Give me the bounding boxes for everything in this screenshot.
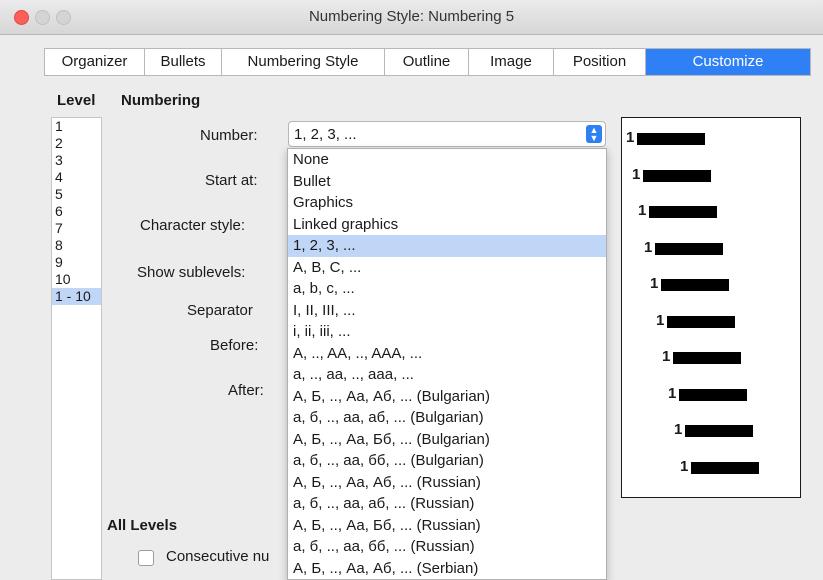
level-item[interactable]: 5: [52, 186, 101, 203]
preview-number: 1: [626, 129, 635, 146]
dropdown-option[interactable]: Graphics: [288, 192, 606, 214]
show-sublevels-label: Show sublevels:: [137, 264, 246, 281]
character-style-label: Character style:: [140, 217, 246, 234]
preview-text-bar: [637, 133, 705, 145]
number-dropdown-list[interactable]: None Bullet Graphics Linked graphics 1, …: [287, 148, 607, 580]
number-select[interactable]: 1, 2, 3, ... ▲ ▼: [288, 121, 606, 147]
preview-text-bar: [685, 425, 753, 437]
dropdown-option[interactable]: a, .., aa, .., aaa, ...: [288, 364, 606, 386]
number-select-value: 1, 2, 3, ...: [294, 126, 357, 143]
level-item[interactable]: 6: [52, 203, 101, 220]
preview-number: 1: [638, 202, 647, 219]
start-at-label: Start at:: [205, 172, 258, 189]
tab-outline[interactable]: Outline: [385, 49, 469, 75]
after-label: After:: [228, 382, 264, 399]
dropdown-option[interactable]: А, Б, .., Аа, Аб, ... (Serbian): [288, 558, 606, 580]
tab-bullets[interactable]: Bullets: [145, 49, 222, 75]
level-item-selected[interactable]: 1 - 10: [52, 288, 101, 305]
preview-number: 1: [662, 348, 671, 365]
dropdown-option[interactable]: i, ii, iii, ...: [288, 321, 606, 343]
tab-bar: Organizer Bullets Numbering Style Outlin…: [44, 48, 811, 76]
all-levels-heading: All Levels: [107, 517, 178, 534]
level-item[interactable]: 10: [52, 271, 101, 288]
consecutive-numbering-checkbox[interactable]: [138, 550, 154, 566]
dropdown-option[interactable]: Linked graphics: [288, 214, 606, 236]
dropdown-option[interactable]: а, б, .., аа, аб, ... (Russian): [288, 493, 606, 515]
dropdown-option[interactable]: а, б, .., аа, аб, ... (Bulgarian): [288, 407, 606, 429]
level-item[interactable]: 2: [52, 135, 101, 152]
dropdown-option[interactable]: А, Б, .., Аа, Аб, ... (Bulgarian): [288, 386, 606, 408]
dropdown-option[interactable]: None: [288, 149, 606, 171]
numbering-preview: 1 1 1 1 1 1 1 1 1 1: [621, 117, 801, 498]
preview-number: 1: [680, 457, 689, 475]
consecutive-numbering-label: Consecutive nu: [166, 548, 270, 565]
dropdown-option[interactable]: a, b, c, ...: [288, 278, 606, 300]
level-item[interactable]: 7: [52, 220, 101, 237]
preview-text-bar: [643, 169, 711, 182]
dropdown-option[interactable]: а, б, .., аа, бб, ... (Russian): [288, 536, 606, 558]
dropdown-option[interactable]: А, Б, .., Аа, Аб, ... (Russian): [288, 472, 606, 494]
preview-text-bar: [655, 242, 723, 255]
level-heading: Level: [57, 92, 96, 109]
before-label: Before:: [210, 337, 259, 354]
tab-image[interactable]: Image: [469, 49, 554, 75]
level-item[interactable]: 4: [52, 169, 101, 186]
dropdown-option[interactable]: A, .., AA, .., AAA, ...: [288, 343, 606, 365]
level-item[interactable]: 1: [52, 118, 101, 135]
preview-number: 1: [668, 384, 677, 402]
preview-text-bar: [691, 461, 759, 474]
preview-text-bar: [649, 206, 717, 218]
dropdown-option[interactable]: А, Б, .., Аа, Бб, ... (Bulgarian): [288, 429, 606, 451]
chevron-up-down-icon: ▲ ▼: [586, 125, 602, 143]
dropdown-option[interactable]: А, Б, .., Аа, Бб, ... (Russian): [288, 515, 606, 537]
preview-text-bar: [673, 352, 741, 364]
preview-number: 1: [674, 421, 683, 438]
level-list[interactable]: 1 2 3 4 5 6 7 8 9 10 1 - 10: [51, 117, 102, 580]
level-item[interactable]: 8: [52, 237, 101, 254]
dropdown-option-selected[interactable]: 1, 2, 3, ...: [288, 235, 606, 257]
tab-organizer[interactable]: Organizer: [45, 49, 145, 75]
dropdown-option[interactable]: Bullet: [288, 171, 606, 193]
separator-label: Separator: [187, 302, 253, 319]
dropdown-option[interactable]: I, II, III, ...: [288, 300, 606, 322]
title-bar: Numbering Style: Numbering 5: [0, 0, 823, 35]
tab-numbering-style[interactable]: Numbering Style: [222, 49, 385, 75]
numbering-heading: Numbering: [121, 92, 201, 109]
preview-text-bar: [679, 388, 747, 401]
level-item[interactable]: 9: [52, 254, 101, 271]
preview-text-bar: [667, 315, 735, 328]
preview-number: 1: [632, 165, 641, 183]
preview-number: 1: [650, 275, 659, 292]
window-title: Numbering Style: Numbering 5: [308, 8, 515, 25]
preview-number: 1: [656, 311, 665, 329]
preview-number: 1: [644, 238, 653, 256]
preview-text-bar: [661, 279, 729, 291]
dropdown-option[interactable]: а, б, .., аа, бб, ... (Bulgarian): [288, 450, 606, 472]
level-item[interactable]: 3: [52, 152, 101, 169]
tab-position[interactable]: Position: [554, 49, 646, 75]
tab-customize[interactable]: Customize: [646, 49, 810, 75]
dropdown-option[interactable]: A, B, C, ...: [288, 257, 606, 279]
number-label: Number:: [200, 127, 258, 144]
